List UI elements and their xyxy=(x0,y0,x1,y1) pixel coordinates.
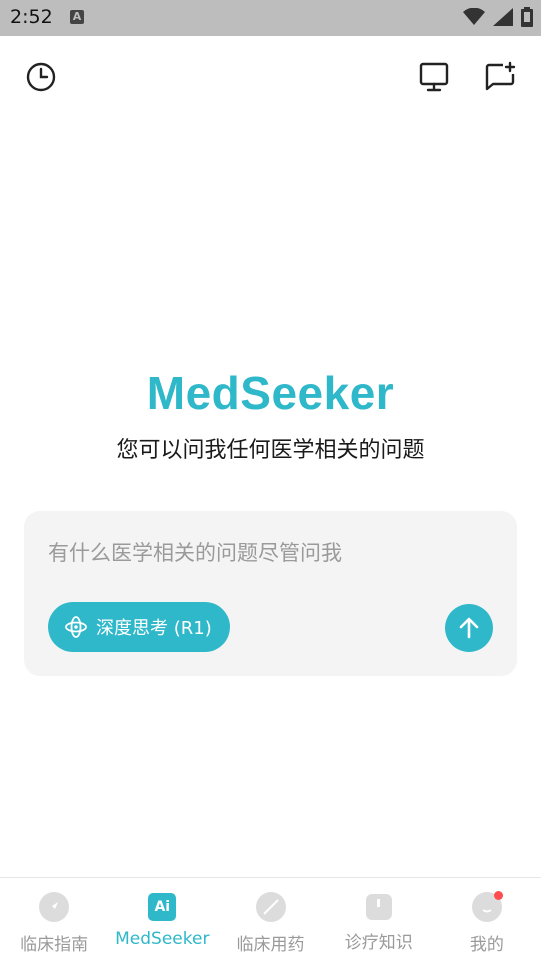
tab-label: 临床用药 xyxy=(236,935,305,955)
brand-subtitle: 您可以问我任何医学相关的问题 xyxy=(116,438,425,463)
history-icon[interactable] xyxy=(24,60,58,94)
tab-label: MedSeeker xyxy=(115,929,210,949)
bottom-tab-bar: 临床指南 Ai MedSeeker 临床用药 诊疗知识 我的 xyxy=(0,877,541,964)
book-icon xyxy=(365,894,392,920)
atom-icon xyxy=(65,616,87,638)
tab-medseeker[interactable]: Ai MedSeeker xyxy=(108,878,216,964)
tab-profile[interactable]: 我的 xyxy=(433,878,541,964)
deep-think-button[interactable]: 深度思考 (R1) xyxy=(48,602,230,652)
tab-diagnosis-knowledge[interactable]: 诊疗知识 xyxy=(325,878,433,964)
tab-clinical-drugs[interactable]: 临床用药 xyxy=(216,878,324,964)
tab-label: 我的 xyxy=(469,935,504,955)
notification-badge xyxy=(493,891,503,900)
chat-composer: 有什么医学相关的问题尽管问我 深度思考 (R1) xyxy=(24,511,517,676)
tab-label: 临床指南 xyxy=(20,935,89,955)
arrow-up-icon xyxy=(459,617,479,639)
brand-logo: MedSeeker xyxy=(146,367,395,419)
tab-clinical-guidelines[interactable]: 临床指南 xyxy=(0,878,108,964)
monitor-icon[interactable] xyxy=(417,60,451,94)
deep-think-label: 深度思考 (R1) xyxy=(96,618,212,639)
ai-icon: Ai xyxy=(148,893,177,921)
signal-icon xyxy=(493,8,513,26)
new-chat-icon[interactable] xyxy=(483,60,517,94)
wifi-icon xyxy=(463,8,485,25)
status-icons xyxy=(463,7,533,27)
tab-label: 诊疗知识 xyxy=(344,933,413,953)
pill-icon xyxy=(255,892,286,922)
status-time: 2:52 xyxy=(10,6,53,28)
compass-icon xyxy=(39,892,70,922)
status-bar: 2:52 A xyxy=(0,0,541,36)
question-input[interactable]: 有什么医学相关的问题尽管问我 xyxy=(48,537,342,567)
send-button[interactable] xyxy=(445,604,493,652)
battery-icon xyxy=(521,7,533,27)
notification-icon: A xyxy=(70,10,84,24)
